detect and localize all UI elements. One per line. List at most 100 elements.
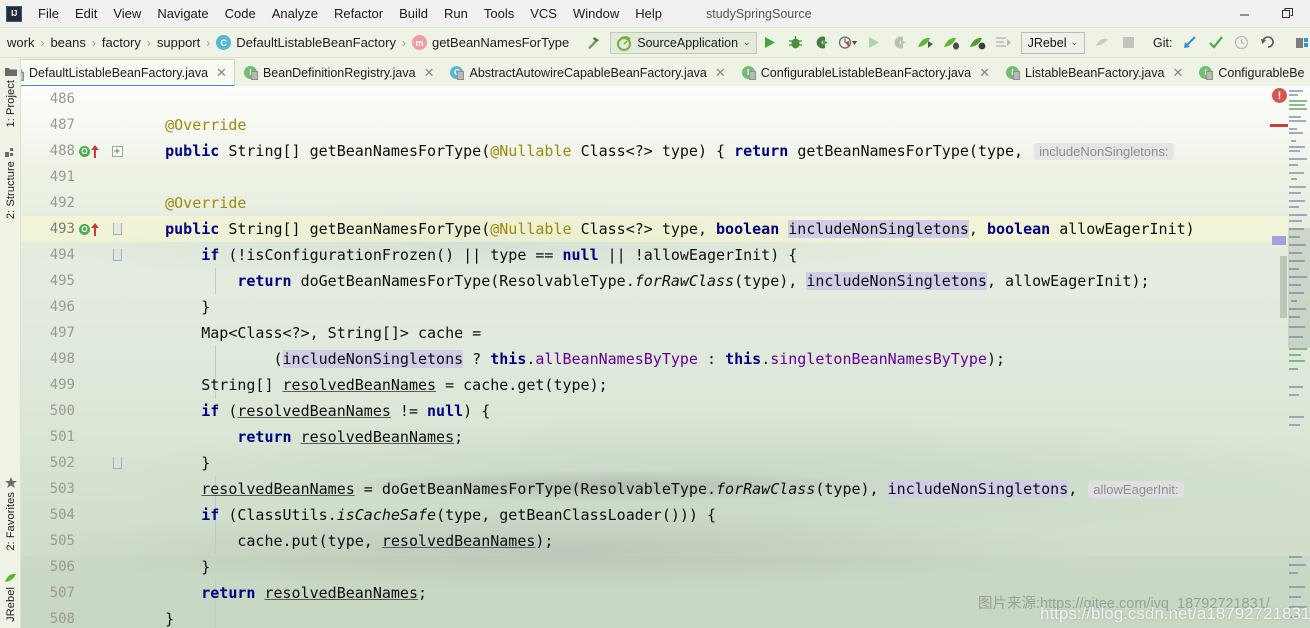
tab-DefaultListableBeanFactory[interactable]: C DefaultListableBeanFactory.java ✕ [0,59,235,86]
line-number[interactable]: 492 [21,195,79,211]
line-number[interactable]: 488 [21,143,79,159]
override-method-icon[interactable]: O [79,145,90,157]
line-number[interactable]: 495 [21,273,79,289]
stop-button[interactable] [1115,31,1141,55]
minimap-viewport[interactable] [1288,228,1310,348]
menu-file[interactable]: File [30,3,67,24]
tab-close-icon[interactable]: ✕ [715,65,726,81]
line-number[interactable]: 499 [21,377,79,393]
line-number[interactable]: 506 [21,559,79,575]
override-method-icon[interactable]: O [79,223,90,235]
tab-ConfigurableListableBeanFactory[interactable]: I ConfigurableListableBeanFactory.java ✕ [733,59,997,86]
code-minimap[interactable] [1288,86,1310,628]
menu-vcs[interactable]: VCS [522,3,565,24]
menu-view[interactable]: View [105,3,149,24]
fold-region[interactable] [105,223,129,235]
run-with-coverage-button[interactable] [809,31,835,55]
run-button[interactable] [757,31,783,55]
line-number[interactable]: 493 [21,221,79,237]
implementing-method-arrow-icon[interactable] [91,222,100,236]
debug-button[interactable] [783,31,809,55]
project-structure-button[interactable] [1291,31,1310,55]
menu-build[interactable]: Build [391,3,436,24]
tab-ConfigurableBeanFactory[interactable]: I ConfigurableBe [1190,59,1310,86]
code-editor[interactable]: 486 487 @Override 488 O + public String[… [21,86,1310,628]
implementing-method-arrow-icon[interactable] [91,144,100,158]
jrebel-debug-button[interactable] [939,31,965,55]
run-configuration-selector[interactable]: SourceApplication ⌄ [610,31,757,54]
menu-run[interactable]: Run [436,3,476,24]
line-number[interactable]: 500 [21,403,79,419]
jrebel-console-button[interactable] [991,31,1017,55]
restore-button[interactable] [1266,0,1310,28]
menu-analyze[interactable]: Analyze [264,3,326,24]
fold-collapse-icon[interactable] [112,249,122,261]
sidebar-item-jrebel[interactable]: JRebel [0,563,20,626]
breadcrumb-item-beans[interactable]: beans [45,33,90,52]
menu-navigate[interactable]: Navigate [149,3,216,24]
gutter-markers[interactable]: O [79,222,105,236]
jrebel-coverage-button[interactable] [965,31,991,55]
tab-AbstractAutowireCapableBeanFactory[interactable]: C AbstractAutowireCapableBeanFactory.jav… [441,59,732,86]
menu-refactor[interactable]: Refactor [326,3,391,24]
menu-edit[interactable]: Edit [67,3,105,24]
tab-ListableBeanFactory[interactable]: I ListableBeanFactory.java ✕ [997,59,1190,86]
breadcrumb-item-support[interactable]: support [152,33,205,52]
tab-BeanDefinitionRegistry[interactable]: I BeanDefinitionRegistry.java ✕ [235,59,442,86]
tab-close-icon[interactable]: ✕ [979,65,990,81]
gutter-markers[interactable]: O [79,144,105,158]
sidebar-item-structure[interactable]: 2: Structure [0,139,20,223]
fold-region[interactable] [105,457,129,469]
menu-tools[interactable]: Tools [476,3,522,24]
editor-marker-bar[interactable]: ! [1268,86,1310,628]
tab-close-icon[interactable]: ✕ [1172,65,1183,81]
selection-stripe-marker[interactable] [1272,236,1286,245]
line-number[interactable]: 505 [21,533,79,549]
fold-collapse-icon[interactable] [112,457,122,469]
tab-close-icon[interactable]: ✕ [424,65,435,81]
fold-region[interactable]: + [105,145,129,157]
git-history-button[interactable] [1229,31,1255,55]
code-line: 502 } [21,450,1310,476]
line-number[interactable]: 487 [21,117,79,133]
menu-code[interactable]: Code [217,3,264,24]
line-number[interactable]: 486 [21,91,79,107]
attach-profiler-button[interactable] [887,31,913,55]
line-number[interactable]: 497 [21,325,79,341]
git-commit-button[interactable] [1203,31,1229,55]
error-stripe-marker[interactable] [1270,124,1288,127]
tab-close-icon[interactable]: ✕ [216,65,227,81]
rerun-button[interactable] [861,31,887,55]
menu-help[interactable]: Help [627,3,670,24]
sidebar-item-favorites[interactable]: 2: Favorites [0,468,20,555]
editor-scrollbar-thumb[interactable] [1280,256,1287,318]
line-number[interactable]: 504 [21,507,79,523]
line-number[interactable]: 501 [21,429,79,445]
line-number[interactable]: 494 [21,247,79,263]
sidebar-item-project[interactable]: 1: Project [0,58,20,131]
error-count-badge[interactable]: ! [1272,88,1287,103]
line-number[interactable]: 491 [21,169,79,185]
minimize-button[interactable] [1222,0,1266,28]
line-number[interactable]: 502 [21,455,79,471]
menu-window[interactable]: Window [565,3,627,24]
jrebel-selector[interactable]: JRebel ⌄ [1020,31,1086,54]
fold-region[interactable] [105,249,129,261]
line-number[interactable]: 503 [21,481,79,497]
git-update-button[interactable] [1177,31,1203,55]
line-number[interactable]: 498 [21,351,79,367]
line-number[interactable]: 508 [21,611,79,627]
breadcrumb-item-factory[interactable]: factory [97,33,146,52]
jrebel-run-button[interactable] [913,31,939,55]
line-number[interactable]: 507 [21,585,79,601]
fold-expand-icon[interactable]: + [111,145,123,157]
line-number[interactable]: 496 [21,299,79,315]
fold-collapse-icon[interactable] [112,223,122,235]
breadcrumb-item-method[interactable]: m getBeanNamesForType [407,33,574,52]
git-rollback-button[interactable] [1255,31,1281,55]
build-hammer-button[interactable] [580,31,606,55]
deploy-button[interactable] [1089,31,1115,55]
breadcrumb-item-work[interactable]: work [2,33,39,52]
breadcrumb-item-class[interactable]: C DefaultListableBeanFactory [211,33,401,52]
profile-button[interactable] [835,31,861,55]
